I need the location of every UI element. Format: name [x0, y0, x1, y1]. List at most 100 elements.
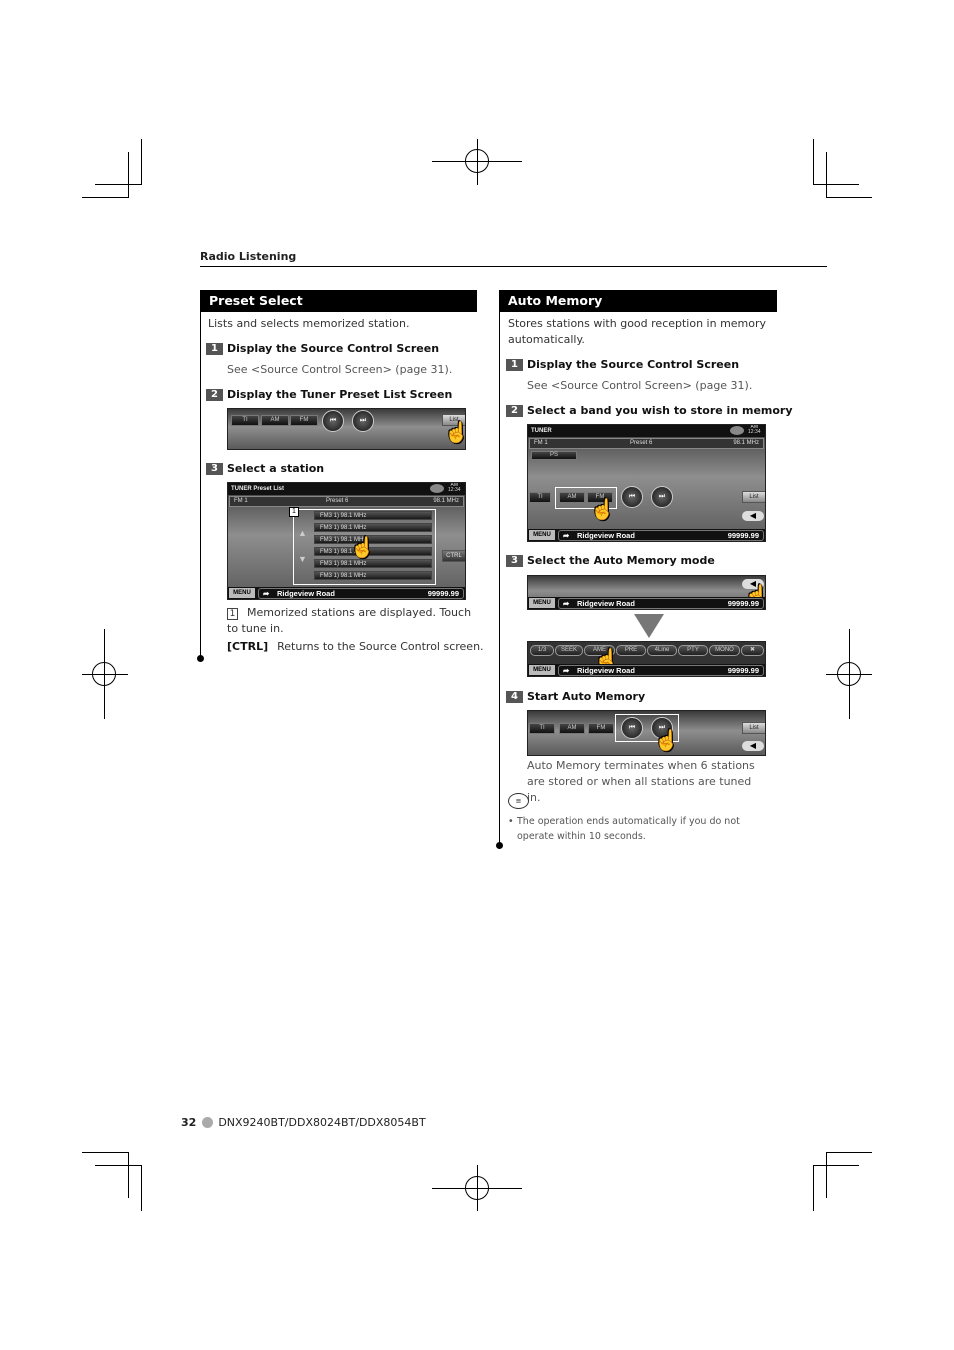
arrow-down-icon — [634, 614, 664, 638]
crop-mark — [141, 1165, 142, 1211]
list-button[interactable]: List — [742, 491, 765, 503]
preset-select-title: Preset Select — [200, 290, 477, 312]
seek-prev-button[interactable]: ⏮ — [322, 410, 344, 432]
note-speech-bubble-icon: ≡ — [508, 793, 529, 809]
crop-mark — [813, 184, 859, 185]
menu-button[interactable]: MENU — [529, 665, 555, 675]
pointing-hand-icon: ☝ — [654, 730, 679, 752]
am-step-1: 1 Display the Source Control Screen — [506, 358, 739, 372]
function-button[interactable]: 4Line — [647, 645, 677, 656]
model-names: DNX9240BT/DDX8024BT/DDX8054BT — [218, 1116, 426, 1129]
am-step-1-note: See <Source Control Screen> (page 31). — [527, 379, 753, 392]
function-button[interactable]: PRE — [616, 645, 646, 656]
fm-button[interactable]: FM — [588, 723, 614, 734]
seek-next-button[interactable]: ⏭ — [651, 486, 673, 508]
turn-arrow-icon: ➦ — [263, 589, 270, 598]
auto-memory-title: Auto Memory — [499, 290, 777, 312]
function-bar-screen: 1/3 SEEK AME PRE 4Line PTY MONO ✖ ☝ MENU… — [527, 641, 766, 677]
seek-next-button[interactable]: ⏭ — [352, 410, 374, 432]
source-control-bottom: ◀ ☝ MENU ➦Ridgeview Road99999.99 — [527, 575, 766, 610]
seek-prev-button[interactable]: ⏮ — [621, 486, 643, 508]
am-step-4: 4 Start Auto Memory — [506, 690, 645, 704]
preset-row[interactable]: FM3 1) 98.1 MHz — [314, 511, 432, 520]
auto-memory-intro: Stores stations with good reception in m… — [508, 317, 767, 346]
back-arrow-icon[interactable]: ◀ — [742, 741, 764, 751]
am-button[interactable]: AM — [559, 492, 585, 503]
globe-icon[interactable] — [430, 484, 444, 493]
crop-mark — [95, 1165, 141, 1166]
auto-memory-result: Auto Memory terminates when 6 stations a… — [527, 759, 755, 804]
preset-list-screen: TUNER Preset List AM 12:34 FM 1 Preset 6 … — [227, 482, 466, 600]
crop-mark — [82, 1152, 128, 1153]
crop-mark — [128, 152, 129, 198]
function-button[interactable]: SEEK — [555, 645, 583, 656]
seek-prev-button[interactable]: ⏮ — [621, 717, 643, 739]
screen-title: TUNER Preset List — [231, 486, 285, 492]
page-number: 32 — [181, 1116, 197, 1129]
back-arrow-icon[interactable]: ◀ — [742, 511, 764, 521]
navigation-info[interactable]: ➦ Ridgeview Road 99999.99 — [558, 665, 764, 676]
preset-step-2: 2 Display the Tuner Preset List Screen — [206, 388, 452, 402]
function-button[interactable]: PTY — [678, 645, 708, 656]
section-header: Radio Listening — [200, 250, 297, 263]
crop-mark — [826, 197, 872, 198]
preset-step-1-note: See <Source Control Screen> (page 31). — [227, 363, 453, 376]
clock: AM 12:34 — [448, 482, 461, 493]
registration-mark — [465, 1176, 489, 1200]
navigation-info[interactable]: ➦ Ridgeview Road 99999.99 — [558, 530, 764, 541]
pointing-hand-icon: ☝ — [590, 499, 615, 521]
seek-screen: TI AM FM ⏮ ⏭ ☝ List ◀ — [527, 710, 766, 756]
menu-button[interactable]: MENU — [229, 588, 255, 598]
am-button[interactable]: AM — [559, 723, 585, 734]
preset-row[interactable]: FM3 1) 98.1 MHz — [314, 571, 432, 580]
source-control-screen: TI AM FM ⏮ ⏭ List ☝ — [227, 408, 466, 450]
close-icon[interactable]: ✖ — [741, 645, 764, 656]
rule-end-dot — [197, 655, 204, 662]
navigation-info[interactable]: ➦ Ridgeview Road 99999.99 — [558, 598, 764, 609]
tip: • The operation ends automatically if you… — [508, 816, 740, 842]
registration-mark — [837, 662, 861, 686]
scroll-down-icon[interactable]: ▼ — [298, 554, 307, 564]
ti-button[interactable]: TI — [529, 723, 555, 734]
station-info-bar: FM 1 Preset 6 98.1 MHz — [529, 438, 764, 449]
fm-button[interactable]: FM — [290, 415, 318, 426]
ti-button[interactable]: TI — [231, 415, 259, 426]
crop-mark — [82, 197, 128, 198]
navigation-info[interactable]: ➦ Ridgeview Road 99999.99 — [258, 588, 464, 599]
status-bar: MENU ➦ Ridgeview Road 99999.99 — [528, 664, 765, 676]
preset-intro: Lists and selects memorized station. — [208, 317, 410, 330]
am-button[interactable]: AM — [261, 415, 289, 426]
list-button[interactable]: List — [742, 722, 765, 734]
pointing-hand-icon: ☝ — [444, 423, 465, 443]
preset-row[interactable]: FM3 1) 98.1 MHz — [314, 523, 432, 532]
note-ctrl: [CTRL] Returns to the Source Control scre… — [227, 640, 484, 653]
pointing-hand-icon: ☝ — [350, 537, 375, 559]
status-bar: MENU ➦ Ridgeview Road 99999.99 — [528, 529, 765, 541]
am-step-2: 2 Select a band you wish to store in memo… — [506, 404, 793, 418]
clock: AM 12:34 — [748, 424, 761, 435]
status-bar: MENU ➦ Ridgeview Road 99999.99 — [528, 597, 765, 609]
column-rule — [499, 311, 500, 845]
ctrl-button[interactable]: CTRL — [442, 550, 465, 562]
registration-mark — [465, 149, 489, 173]
crop-mark — [813, 1165, 814, 1211]
scroll-up-icon[interactable]: ▲ — [298, 528, 307, 538]
preset-list-callout-frame: 1 ▲ ▼ FM3 1) 98.1 MHz FM3 1) 98.1 MHz FM… — [289, 507, 436, 585]
note-1: 1 Memorized stations are displayed. Touch… — [227, 606, 472, 635]
menu-button[interactable]: MENU — [529, 598, 555, 608]
ps-button[interactable]: PS — [531, 451, 577, 460]
station-info-bar: FM 1 Preset 6 98.1 MHz — [229, 496, 464, 507]
menu-button[interactable]: MENU — [529, 530, 555, 540]
registration-mark — [92, 662, 116, 686]
status-bar: MENU ➦ Ridgeview Road 99999.99 — [228, 587, 465, 599]
footer: 32 DNX9240BT/DDX8024BT/DDX8054BT — [181, 1116, 426, 1129]
ti-button[interactable]: TI — [529, 492, 551, 503]
preset-row[interactable]: FM3 1) 98.1 MHz — [314, 559, 432, 568]
crop-mark — [128, 1152, 129, 1198]
manual-page: Radio Listening Preset Select Lists and … — [0, 0, 954, 1350]
crop-mark — [826, 1152, 872, 1153]
globe-icon[interactable] — [730, 426, 744, 435]
function-button[interactable]: 1/3 — [530, 645, 554, 656]
function-button[interactable]: MONO — [709, 645, 740, 656]
crop-mark — [813, 139, 814, 185]
